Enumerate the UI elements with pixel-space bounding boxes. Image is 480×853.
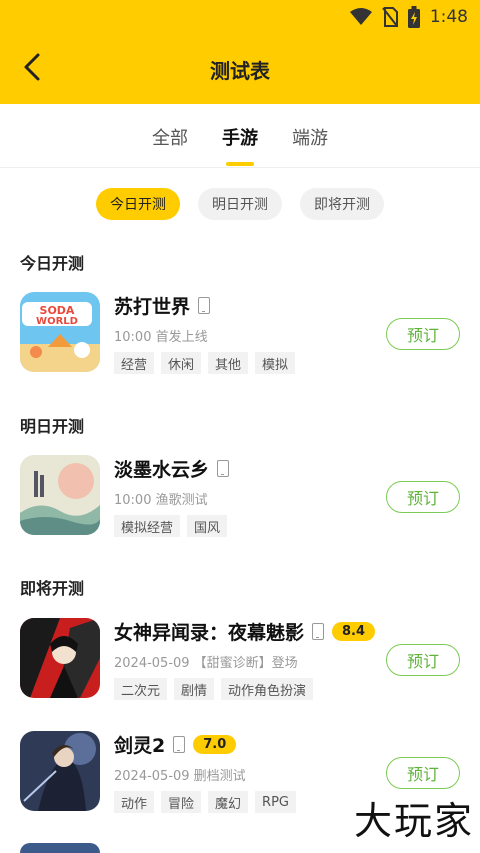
reserve-button[interactable]: 预订 — [386, 318, 460, 350]
mobile-device-icon — [217, 460, 230, 477]
game-name: 剑灵2 — [114, 735, 166, 757]
reserve-button[interactable]: 预订 — [386, 757, 460, 789]
game-tag: 冒险 — [161, 791, 202, 813]
game-thumbnail: SODA WORLD — [20, 292, 100, 372]
filter-upcoming[interactable]: 即将开测 — [300, 188, 384, 220]
app-header: 1:48 测试表 — [0, 0, 480, 104]
game-item[interactable]: 淡墨水云乡 10:00 渔歌测试 模拟经营 国风 预订 — [0, 455, 480, 537]
game-title-row: 剑灵2 7.0 — [114, 731, 237, 758]
game-tags: 动作 冒险 魔幻 RPG — [114, 791, 296, 813]
filter-chips: 今日开测 明日开测 即将开测 — [0, 188, 480, 220]
tab-bar: 全部 手游 端游 — [0, 104, 480, 168]
game-thumbnail-partial — [20, 843, 100, 853]
filter-today[interactable]: 今日开测 — [96, 188, 180, 220]
battery-charging-icon — [407, 6, 420, 28]
game-name: 苏打世界 — [114, 296, 191, 318]
page-title: 测试表 — [210, 59, 270, 83]
game-tags: 模拟经营 国风 — [114, 515, 228, 537]
tab-mobile[interactable]: 手游 — [222, 124, 258, 150]
section-title-tomorrow: 明日开测 — [20, 417, 85, 436]
svg-text:WORLD: WORLD — [36, 316, 78, 327]
game-tag: 剧情 — [174, 678, 215, 700]
game-thumbnail — [20, 455, 100, 535]
game-tag: RPG — [255, 791, 296, 813]
status-time: 1:48 — [429, 7, 468, 27]
tab-active-indicator — [226, 162, 254, 166]
game-tag: 休闲 — [161, 352, 202, 374]
game-item[interactable]: 女神异闻录：夜幕魅影 8.4 2024-05-09 【甜蜜诊断】登场 二次元 剧… — [0, 618, 480, 700]
game-item[interactable]: SODA WORLD 苏打世界 10:00 首发上线 经营 休闲 其他 模拟 预… — [0, 292, 480, 374]
game-tag: 动作 — [114, 791, 155, 813]
game-tag: 国风 — [187, 515, 228, 537]
no-sim-icon — [382, 7, 398, 27]
score-badge: 8.4 — [332, 622, 376, 641]
game-tag: 模拟经营 — [114, 515, 181, 537]
game-title-row: 女神异闻录：夜幕魅影 8.4 — [114, 618, 376, 645]
game-title-row: 苏打世界 — [114, 292, 211, 319]
game-tag: 经营 — [114, 352, 155, 374]
game-tags: 二次元 剧情 动作角色扮演 — [114, 678, 314, 700]
game-info: 10:00 首发上线 — [114, 330, 208, 345]
filter-tomorrow[interactable]: 明日开测 — [198, 188, 282, 220]
reserve-button[interactable]: 预订 — [386, 644, 460, 676]
game-tags: 经营 休闲 其他 模拟 — [114, 352, 296, 374]
score-badge: 7.0 — [193, 735, 237, 754]
tab-pc[interactable]: 端游 — [292, 124, 328, 150]
game-tag: 动作角色扮演 — [221, 678, 314, 700]
mobile-device-icon — [312, 623, 325, 640]
status-bar: 1:48 — [349, 6, 468, 28]
game-title-row: 淡墨水云乡 — [114, 455, 230, 482]
game-info: 10:00 渔歌测试 — [114, 493, 208, 508]
section-title-upcoming: 即将开测 — [20, 579, 85, 598]
game-thumbnail — [20, 731, 100, 811]
reserve-button[interactable]: 预订 — [386, 481, 460, 513]
section-title-today: 今日开测 — [20, 254, 85, 273]
mobile-device-icon — [173, 736, 186, 753]
mobile-device-icon — [198, 297, 211, 314]
game-tag: 模拟 — [255, 352, 296, 374]
game-name: 淡墨水云乡 — [114, 459, 210, 481]
game-tag: 其他 — [208, 352, 249, 374]
tab-all[interactable]: 全部 — [152, 124, 188, 150]
watermark-logo: 大玩家 — [353, 799, 474, 843]
game-tag: 二次元 — [114, 678, 168, 700]
game-info: 2024-05-09 【甜蜜诊断】登场 — [114, 656, 298, 671]
game-tag: 魔幻 — [208, 791, 249, 813]
game-thumbnail — [20, 618, 100, 698]
game-info: 2024-05-09 删档测试 — [114, 769, 246, 784]
wifi-icon — [349, 8, 372, 25]
game-name: 女神异闻录：夜幕魅影 — [114, 622, 305, 644]
